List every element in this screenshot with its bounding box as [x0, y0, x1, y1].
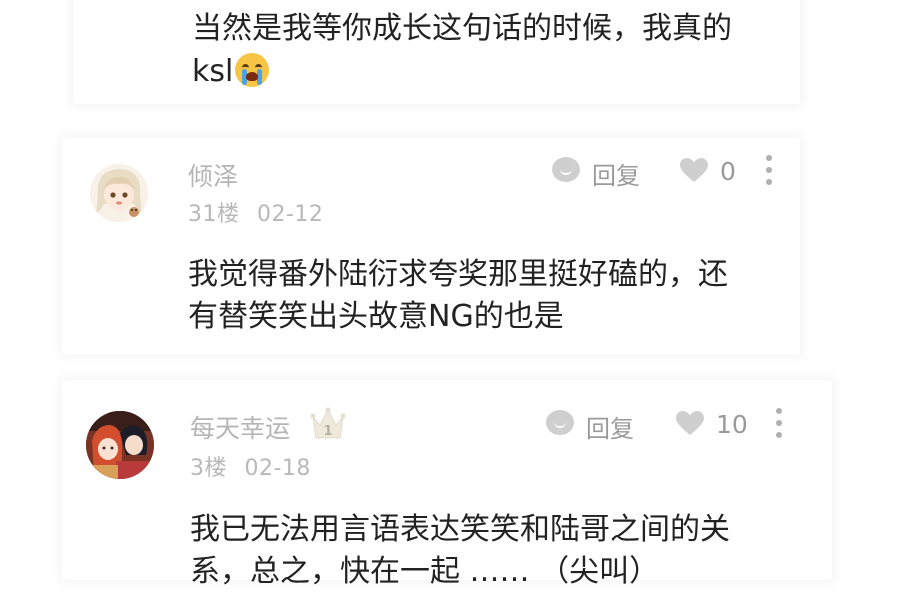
heart-icon[interactable]: [680, 158, 708, 183]
like-count: 10: [716, 410, 748, 439]
floor-number: 31楼: [188, 202, 240, 227]
anime-girl-avatar-icon: [90, 164, 148, 222]
reply-button[interactable]: 回复: [592, 156, 640, 191]
more-vertical-icon[interactable]: [766, 155, 772, 191]
crown-badge-icon: 1: [310, 407, 346, 439]
comment-date: 02-12: [257, 202, 324, 227]
comment-text-line: ksl: [192, 49, 270, 95]
username[interactable]: 倾泽: [188, 157, 238, 193]
comment-text-fragment: ksl: [192, 54, 234, 89]
more-vertical-icon[interactable]: [776, 408, 782, 444]
avatar[interactable]: [86, 411, 154, 479]
comment-meta: 31楼 02-12: [188, 196, 323, 228]
anime-couple-avatar-icon: [86, 411, 154, 479]
like-count: 0: [720, 157, 736, 186]
comment-text-line: 有替笑笑出头故意NG的也是: [188, 299, 564, 334]
reply-button[interactable]: 回复: [586, 409, 634, 444]
crying-face-emoji: [235, 53, 270, 87]
username[interactable]: 每天幸运: [190, 409, 290, 445]
comment-text-line: 系，总之，快在一起 …… （尖叫）: [190, 554, 660, 589]
comment-text-line: 当然是我等你成长这句话的时候，我真的: [192, 11, 732, 46]
comment-bubble-icon[interactable]: [552, 157, 580, 182]
heart-icon[interactable]: [676, 411, 704, 436]
comment-text-line: 我已无法用言语表达笑笑和陆哥之间的关: [190, 512, 730, 547]
comment-meta: 3楼 02-18: [190, 450, 311, 482]
comment-bubble-icon[interactable]: [546, 410, 574, 435]
svg-text:1: 1: [323, 424, 332, 439]
comment-text-line: 我觉得番外陆衍求夸奖那里挺好磕的，还: [188, 257, 728, 292]
comment-date: 02-18: [244, 456, 311, 481]
avatar[interactable]: [90, 164, 148, 222]
floor-number: 3楼: [190, 456, 227, 481]
